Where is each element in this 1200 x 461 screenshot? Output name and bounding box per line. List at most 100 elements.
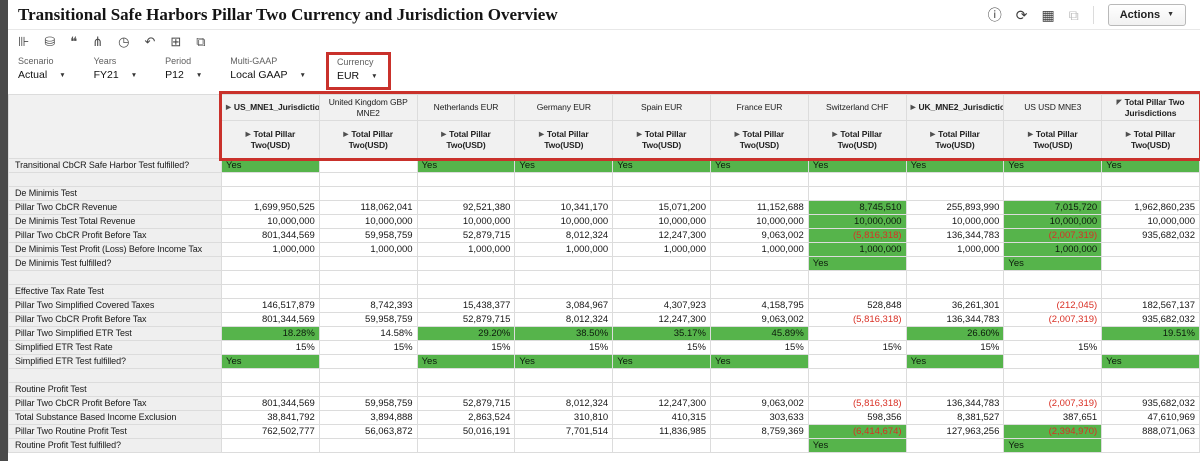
grid-cell[interactable]: Yes — [905, 158, 1005, 173]
grid-cell[interactable] — [612, 256, 711, 271]
grid-cell[interactable] — [905, 256, 1005, 271]
grid-cell[interactable]: 10,000,000 — [709, 214, 809, 229]
grid-cell[interactable]: 15,071,200 — [612, 200, 711, 215]
grid-cell[interactable] — [1003, 270, 1103, 285]
grid-cell[interactable] — [709, 270, 809, 285]
grid-cell[interactable] — [905, 172, 1005, 187]
expand-icon[interactable]: ▶ — [1028, 131, 1033, 138]
grid-cell[interactable]: Yes — [612, 158, 711, 173]
grid-cell[interactable]: 310,810 — [514, 410, 614, 425]
grid-cell[interactable] — [1101, 368, 1200, 383]
grid-cell[interactable] — [807, 326, 907, 341]
grid-cell[interactable]: 127,963,256 — [905, 424, 1005, 439]
grid-icon[interactable]: ⊞ — [170, 35, 181, 48]
grid-cell[interactable]: Yes — [1003, 438, 1103, 453]
grid-cell[interactable]: 146,517,879 — [221, 298, 320, 313]
refresh-icon[interactable]: ⟳ — [1016, 8, 1028, 22]
hierarchy-icon[interactable]: ⋔ — [92, 35, 103, 48]
grid-cell[interactable]: Yes — [514, 354, 614, 369]
grid-cell[interactable]: 3,894,888 — [318, 410, 418, 425]
column-header[interactable]: Switzerland CHF — [807, 94, 907, 121]
grid-cell[interactable]: 19.51% — [1101, 326, 1200, 341]
grid-cell[interactable]: 762,502,777 — [221, 424, 320, 439]
grid-cell[interactable] — [1101, 284, 1200, 299]
grid-cell[interactable]: 136,344,783 — [905, 396, 1005, 411]
grid-cell[interactable]: Yes — [1101, 354, 1200, 369]
grid-cell[interactable]: 9,063,002 — [709, 228, 809, 243]
grid-cell[interactable]: 1,000,000 — [221, 242, 320, 257]
grid-cell[interactable]: 1,962,860,235 — [1101, 200, 1200, 215]
column-header[interactable]: United Kingdom GBP MNE2 — [318, 94, 418, 121]
grid-cell[interactable] — [1101, 438, 1200, 453]
expand-icon[interactable]: ▶ — [930, 131, 935, 138]
grid-cell[interactable]: 7,701,514 — [514, 424, 614, 439]
grid-cell[interactable]: 935,682,032 — [1101, 396, 1200, 411]
grid-cell[interactable]: 303,633 — [709, 410, 809, 425]
grid-cell[interactable] — [416, 382, 516, 397]
grid-cell[interactable] — [807, 354, 907, 369]
grid-cell[interactable] — [709, 172, 809, 187]
grid-cell[interactable]: Yes — [612, 354, 711, 369]
expand-icon[interactable]: ▶ — [226, 104, 231, 111]
grid-cell[interactable]: 59,958,759 — [318, 228, 418, 243]
detach-grid-icon[interactable]: ⧉ — [196, 35, 205, 48]
measure-header[interactable]: ▶ Total Pillar Two(USD) — [905, 120, 1005, 159]
grid-cell[interactable] — [709, 186, 809, 201]
grid-cell[interactable] — [1003, 382, 1103, 397]
grid-cell[interactable]: 8,745,510 — [807, 200, 907, 215]
measure-header[interactable]: ▶ Total Pillar Two(USD) — [1101, 120, 1200, 159]
column-header[interactable]: Spain EUR — [612, 94, 711, 121]
grid-cell[interactable] — [1003, 186, 1103, 201]
grid-cell[interactable] — [318, 382, 418, 397]
grid-cell[interactable] — [612, 172, 711, 187]
grid-cell[interactable]: 11,836,985 — [612, 424, 711, 439]
grid-cell[interactable]: 38.50% — [514, 326, 614, 341]
grid-cell[interactable] — [514, 284, 614, 299]
grid-cell[interactable]: 935,682,032 — [1101, 312, 1200, 327]
grid-cell[interactable]: 1,000,000 — [416, 242, 516, 257]
grid-cell[interactable] — [416, 186, 516, 201]
grid-cell[interactable]: 1,000,000 — [612, 242, 711, 257]
grid-cell[interactable]: 52,879,715 — [416, 396, 516, 411]
grid-cell[interactable] — [416, 284, 516, 299]
measure-header[interactable]: ▶ Total Pillar Two(USD) — [709, 120, 809, 159]
grid-cell[interactable] — [221, 186, 320, 201]
grid-cell[interactable] — [416, 368, 516, 383]
grid-cell[interactable]: 1,000,000 — [514, 242, 614, 257]
grid-cell[interactable] — [318, 158, 418, 173]
grid-cell[interactable]: 47,610,969 — [1101, 410, 1200, 425]
expand-icon[interactable]: ▶ — [832, 131, 837, 138]
expand-icon[interactable]: ▶ — [441, 131, 446, 138]
grid-cell[interactable] — [221, 172, 320, 187]
grid-cell[interactable] — [807, 382, 907, 397]
grid-cell[interactable] — [318, 270, 418, 285]
grid-cell[interactable]: Yes — [1003, 256, 1103, 271]
pov-member-dropdown[interactable]: FY21 ▼ — [94, 69, 138, 81]
grid-cell[interactable]: (5,816,318) — [807, 312, 907, 327]
grid-cell[interactable]: 15% — [709, 340, 809, 355]
grid-cell[interactable]: 10,000,000 — [416, 214, 516, 229]
grid-cell[interactable]: 1,000,000 — [1003, 242, 1103, 257]
grid-cell[interactable]: 410,315 — [612, 410, 711, 425]
measure-header[interactable]: ▶ Total Pillar Two(USD) — [807, 120, 907, 159]
grid-cell[interactable] — [1101, 172, 1200, 187]
grid-cell[interactable]: Yes — [221, 354, 320, 369]
grid-cell[interactable] — [514, 368, 614, 383]
grid-cell[interactable] — [905, 368, 1005, 383]
grid-cell[interactable]: 801,344,569 — [221, 312, 320, 327]
grid-cell[interactable]: 15% — [318, 340, 418, 355]
grid-cell[interactable] — [612, 382, 711, 397]
grid-cell[interactable]: 15% — [905, 340, 1005, 355]
grid-cell[interactable]: 118,062,041 — [318, 200, 418, 215]
grid-cell[interactable]: 45.89% — [709, 326, 809, 341]
pov-member-dropdown[interactable]: P12 ▼ — [165, 69, 202, 81]
grid-cell[interactable] — [612, 438, 711, 453]
grid-cell[interactable]: 59,958,759 — [318, 396, 418, 411]
grid-cell[interactable] — [807, 270, 907, 285]
grid-cell[interactable] — [514, 186, 614, 201]
grid-cell[interactable] — [318, 172, 418, 187]
grid-cell[interactable]: 56,063,872 — [318, 424, 418, 439]
grid-cell[interactable] — [221, 438, 320, 453]
grid-cell[interactable]: 8,012,324 — [514, 312, 614, 327]
grid-cell[interactable]: Yes — [807, 158, 907, 173]
